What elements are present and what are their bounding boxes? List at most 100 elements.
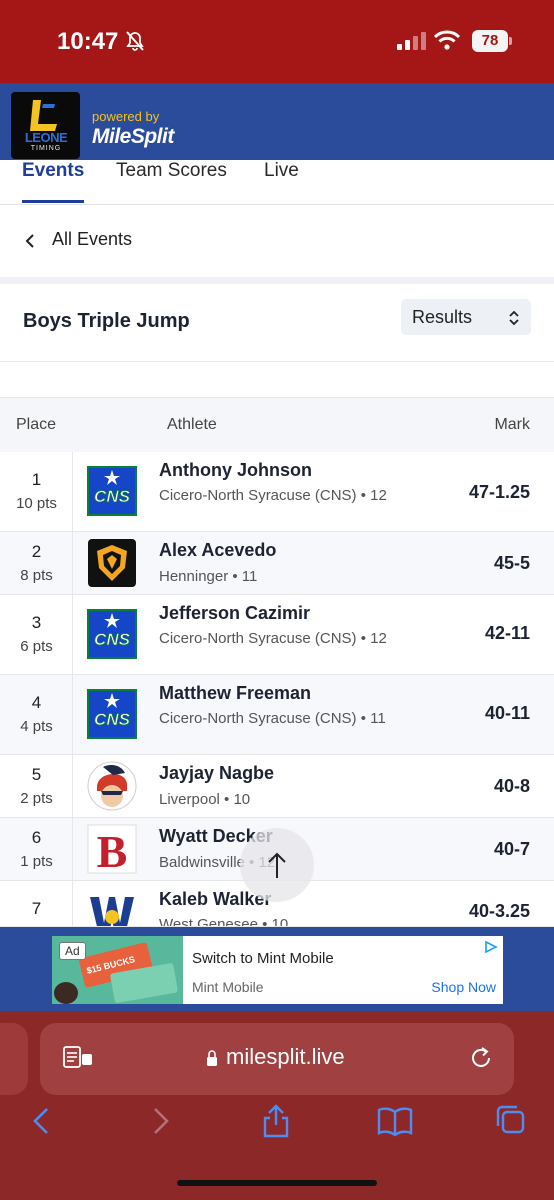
ad-badge: Ad bbox=[59, 942, 86, 960]
forward-arrow-icon[interactable] bbox=[144, 1103, 176, 1139]
table-row[interactable]: 5 2 pts Jayjay Nagbe Liverpool • 10 40-8 bbox=[0, 755, 554, 818]
cns-logo-icon: CNS bbox=[87, 466, 137, 516]
svg-text:CNS: CNS bbox=[94, 630, 131, 649]
tab-team-scores[interactable]: Team Scores bbox=[116, 160, 227, 182]
tab-live[interactable]: Live bbox=[264, 160, 299, 182]
url-text[interactable]: milesplit.live bbox=[226, 1044, 345, 1070]
athlete-mark: 42-11 bbox=[484, 623, 530, 643]
athlete-name[interactable]: Jefferson Cazimir bbox=[159, 603, 310, 624]
home-indicator[interactable] bbox=[177, 1180, 377, 1186]
place-cell: 3 6 pts bbox=[0, 595, 73, 674]
status-time: 10:47 bbox=[57, 28, 119, 55]
liverpool-logo-icon bbox=[87, 761, 137, 811]
mark-column-header: Mark bbox=[494, 416, 530, 433]
athlete-team: West Genesee • 10 bbox=[159, 916, 289, 927]
leone-timing-logo[interactable]: LEONE TIMING bbox=[11, 92, 80, 159]
place-cell: 7 bbox=[0, 881, 73, 926]
reload-icon[interactable] bbox=[468, 1045, 494, 1071]
place-number: 6 bbox=[31, 828, 42, 847]
ad-title[interactable]: Switch to Mint Mobile bbox=[192, 950, 334, 967]
athlete-mark: 47-1.25 bbox=[468, 482, 530, 502]
battery-nub bbox=[509, 37, 512, 45]
ad-image: $15 BUCKS Ad bbox=[52, 936, 183, 1004]
address-bar[interactable]: milesplit.live bbox=[40, 1023, 514, 1095]
event-title: Boys Triple Jump bbox=[23, 310, 190, 332]
tab-bar: Events Team Scores Live bbox=[0, 160, 554, 204]
place-column-header: Place bbox=[16, 416, 57, 433]
bookmarks-icon[interactable] bbox=[376, 1103, 414, 1139]
previous-tab-preview[interactable] bbox=[0, 1023, 28, 1095]
place-number: 4 bbox=[31, 693, 42, 712]
app-header: LEONE TIMING powered by MileSplit bbox=[0, 83, 554, 167]
baldwinsville-logo-icon: B bbox=[87, 824, 137, 874]
active-tab-indicator bbox=[22, 200, 84, 203]
tab-events[interactable]: Events bbox=[22, 160, 84, 182]
place-number: 5 bbox=[31, 765, 42, 784]
athlete-mark: 40-11 bbox=[484, 703, 530, 723]
athlete-team: Henninger • 11 bbox=[159, 568, 258, 585]
place-points: 1 pts bbox=[20, 853, 53, 870]
west-genesee-logo-icon bbox=[88, 888, 136, 926]
table-row[interactable]: 2 8 pts Alex Acevedo Henninger • 11 45-5 bbox=[0, 532, 554, 595]
ad-sponsor: Mint Mobile bbox=[192, 979, 264, 995]
ad-banner-band: $15 BUCKS Ad Switch to Mint Mobile Mint … bbox=[0, 927, 554, 1011]
henninger-logo-icon bbox=[88, 539, 136, 587]
back-arrow-icon[interactable] bbox=[26, 1103, 58, 1139]
logo-wordmark: LEONE bbox=[24, 130, 68, 145]
table-row[interactable]: 4 4 pts CNS Matthew Freeman Cicero-North… bbox=[0, 675, 554, 755]
athlete-name[interactable]: Jayjay Nagbe bbox=[159, 763, 274, 784]
all-events-link[interactable]: All Events bbox=[52, 229, 132, 250]
tabs-overview-icon[interactable] bbox=[494, 1103, 526, 1139]
leone-l-logo-icon bbox=[30, 100, 57, 131]
table-row[interactable]: 1 10 pts CNS Anthony Johnson Cicero-Nort… bbox=[0, 452, 554, 532]
athlete-mark: 40-3.25 bbox=[468, 901, 530, 921]
place-points: 6 pts bbox=[20, 638, 53, 655]
event-header: Boys Triple Jump Results bbox=[0, 284, 554, 362]
table-row[interactable]: 3 6 pts CNS Jefferson Cazimir Cicero-Nor… bbox=[0, 595, 554, 675]
ad-choices-icon[interactable] bbox=[484, 940, 498, 954]
place-number: 7 bbox=[31, 899, 42, 918]
section-gap bbox=[0, 277, 554, 284]
place-cell: 4 4 pts bbox=[0, 675, 73, 754]
chevron-up-down-icon bbox=[509, 310, 519, 326]
wifi-icon bbox=[434, 30, 460, 50]
athlete-team: Cicero-North Syracuse (CNS) • 12 bbox=[159, 487, 387, 504]
athlete-name[interactable]: Matthew Freeman bbox=[159, 683, 311, 704]
share-icon[interactable] bbox=[260, 1103, 292, 1139]
svg-text:CNS: CNS bbox=[94, 710, 131, 729]
place-number: 2 bbox=[31, 542, 42, 561]
athlete-mark: 40-8 bbox=[493, 776, 530, 796]
powered-by-label: powered by bbox=[92, 109, 160, 124]
athlete-name[interactable]: Anthony Johnson bbox=[159, 460, 312, 481]
spacer bbox=[0, 362, 554, 398]
ad-banner[interactable]: $15 BUCKS Ad Switch to Mint Mobile Mint … bbox=[52, 936, 503, 1004]
page-menu-icon[interactable] bbox=[62, 1044, 94, 1072]
results-table-header: Place Athlete Mark bbox=[0, 398, 554, 452]
place-cell: 5 2 pts bbox=[0, 755, 73, 817]
athlete-mark: 40-7 bbox=[493, 839, 530, 859]
place-number: 1 bbox=[31, 470, 42, 489]
athlete-team: Cicero-North Syracuse (CNS) • 12 bbox=[159, 630, 387, 647]
browser-toolbar: milesplit.live bbox=[0, 1011, 554, 1200]
cns-logo-icon: CNS bbox=[87, 689, 137, 739]
athlete-mark: 45-5 bbox=[493, 553, 530, 573]
screen: 10:47 78 LEONE TIMING powered by MileSpl… bbox=[0, 0, 554, 1200]
athlete-name[interactable]: Alex Acevedo bbox=[159, 540, 276, 561]
battery-indicator: 78 bbox=[472, 30, 508, 52]
place-points: 2 pts bbox=[20, 790, 53, 807]
athlete-team: Liverpool • 10 bbox=[159, 791, 251, 808]
arrow-up-icon bbox=[268, 852, 286, 878]
select-value: Results bbox=[412, 307, 473, 327]
milesplit-brand[interactable]: MileSplit bbox=[92, 125, 174, 149]
results-view-select[interactable]: Results bbox=[401, 299, 531, 335]
svg-text:B: B bbox=[97, 826, 128, 874]
place-cell: 1 10 pts bbox=[0, 452, 73, 531]
back-to-events-row[interactable]: All Events bbox=[0, 205, 554, 277]
logo-subtitle: TIMING bbox=[30, 145, 62, 152]
ad-shop-now-link[interactable]: Shop Now bbox=[431, 979, 496, 995]
place-points: 4 pts bbox=[20, 718, 53, 735]
bell-muted-icon bbox=[126, 31, 144, 51]
athlete-team: Cicero-North Syracuse (CNS) • 11 bbox=[159, 710, 386, 727]
lock-icon bbox=[207, 1050, 217, 1066]
scroll-to-top-button[interactable] bbox=[240, 828, 314, 902]
